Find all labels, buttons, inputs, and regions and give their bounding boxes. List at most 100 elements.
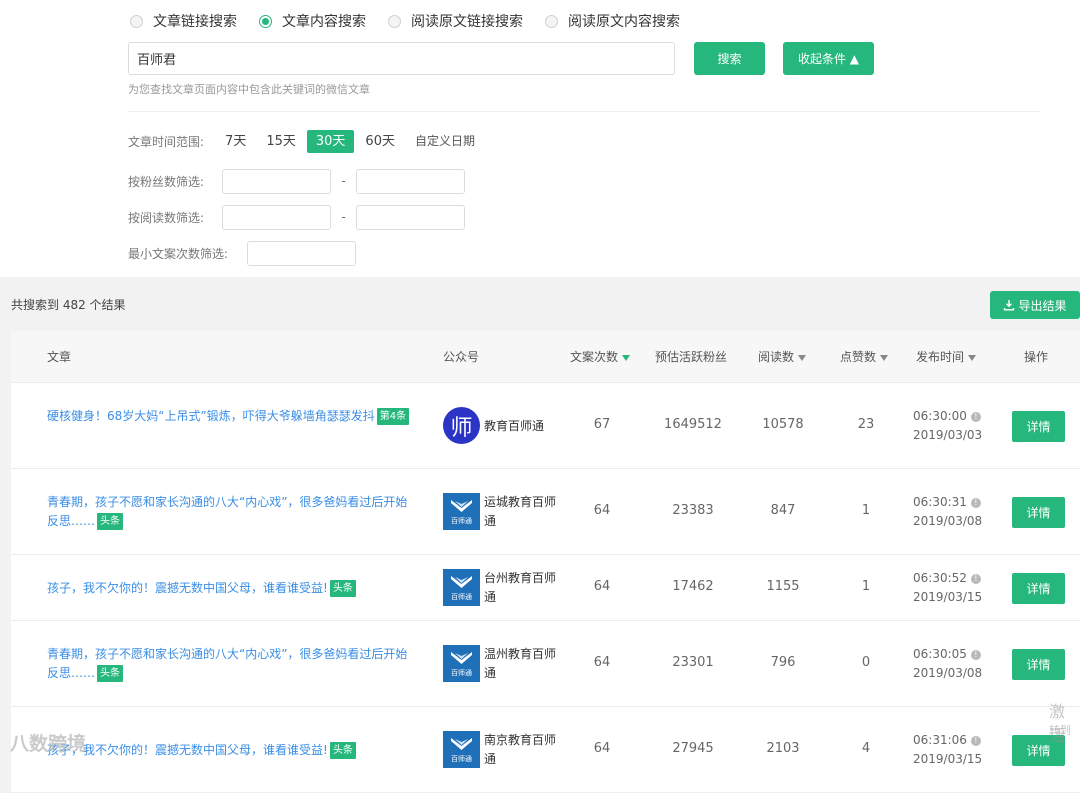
reads-value: 1155 bbox=[766, 579, 800, 594]
info-icon[interactable]: ! bbox=[970, 735, 981, 746]
detail-button[interactable]: 详情 bbox=[1012, 573, 1065, 604]
fans-min-input[interactable] bbox=[222, 168, 331, 194]
time-value: 06:30:31 bbox=[913, 495, 967, 509]
article-title-link[interactable]: 青春期，孩子不愿和家长沟通的八大“内心戏”，很多爸妈看过后开始反思…… 头条 bbox=[47, 645, 412, 683]
reads-value: 2103 bbox=[766, 741, 800, 756]
radio-label: 文章链接搜索 bbox=[153, 14, 237, 30]
likes-value: 0 bbox=[861, 655, 871, 670]
sort-icon bbox=[798, 354, 807, 361]
date-value: 2019/03/08 bbox=[913, 514, 983, 528]
reads-max-input[interactable] bbox=[356, 204, 465, 230]
time-value: 06:30:05 bbox=[913, 647, 967, 661]
account-logo: 百师通 bbox=[443, 569, 480, 606]
date-value: 2019/03/08 bbox=[913, 666, 983, 680]
header-copies[interactable]: 文案次数 bbox=[570, 331, 631, 383]
time-option-custom[interactable]: 自定义日期 bbox=[406, 130, 484, 153]
time-option-60d[interactable]: 60天 bbox=[356, 130, 404, 153]
table-row: 青春期，孩子不愿和家长沟通的八大“内心戏”，很多爸妈看过后开始反思…… 头条 百师… bbox=[11, 469, 1080, 555]
reads-value: 10578 bbox=[762, 417, 804, 432]
header-ops: 操作 bbox=[1024, 350, 1049, 364]
detail-button[interactable]: 详情 bbox=[1012, 497, 1065, 528]
time-option-7d[interactable]: 7天 bbox=[216, 130, 255, 153]
search-button[interactable]: 搜索 bbox=[694, 42, 765, 75]
publish-time: 06:30:52! 2019/03/15 bbox=[913, 569, 982, 607]
logo-text: 百师通 bbox=[451, 669, 472, 677]
account-logo: 师 bbox=[443, 407, 480, 444]
min-copies-filter: 最小文案次数筛选: bbox=[128, 240, 356, 266]
radio-label: 阅读原文内容搜索 bbox=[568, 14, 680, 30]
copies-value: 64 bbox=[593, 655, 611, 670]
logo-text: 百师通 bbox=[451, 593, 472, 601]
header-time[interactable]: 发布时间 bbox=[916, 331, 977, 383]
info-icon[interactable]: ! bbox=[970, 497, 981, 508]
reads-min-input[interactable] bbox=[222, 204, 331, 230]
fans-value: 27945 bbox=[672, 741, 714, 756]
position-badge: 头条 bbox=[97, 513, 124, 530]
reads-value: 847 bbox=[770, 503, 796, 518]
radio-dot-icon bbox=[388, 14, 401, 28]
info-icon[interactable]: ! bbox=[970, 573, 981, 584]
date-value: 2019/03/15 bbox=[913, 752, 983, 766]
time-range-label: 文章时间范围: bbox=[128, 135, 205, 149]
time-option-30d[interactable]: 30天 bbox=[306, 130, 355, 153]
header-time-label: 发布时间 bbox=[916, 350, 965, 364]
radio-dot-icon bbox=[545, 14, 558, 28]
logo-text: 百师通 bbox=[451, 755, 472, 763]
watermark: 八数跨境 bbox=[10, 733, 87, 755]
info-icon[interactable]: ! bbox=[970, 411, 981, 422]
copies-value: 64 bbox=[593, 741, 611, 756]
publish-time: 06:31:06! 2019/03/15 bbox=[913, 731, 982, 769]
radio-original-link[interactable]: 阅读原文链接搜索 bbox=[388, 11, 523, 31]
header-article: 文章 bbox=[47, 350, 72, 364]
article-title-link[interactable]: 孩子，我不欠你的！震撼无数中国父母，谁看谁受益! 头条 bbox=[47, 579, 412, 598]
header-reads[interactable]: 阅读数 bbox=[758, 331, 807, 383]
article-title-link[interactable]: 青春期，孩子不愿和家长沟通的八大“内心戏”，很多爸妈看过后开始反思…… 头条 bbox=[47, 493, 412, 531]
header-likes[interactable]: 点赞数 bbox=[840, 331, 889, 383]
radio-label: 文章内容搜索 bbox=[282, 14, 366, 30]
account-name[interactable]: 温州教育百师通 bbox=[484, 645, 556, 683]
sort-icon bbox=[880, 354, 889, 361]
copies-value: 64 bbox=[593, 503, 611, 518]
publish-time: 06:30:00! 2019/03/03 bbox=[913, 407, 982, 445]
article-title-link[interactable]: 孩子，我不欠你的！震撼无数中国父母，谁看谁受益! 头条 bbox=[47, 741, 412, 760]
header-likes-label: 点赞数 bbox=[840, 350, 877, 364]
search-input[interactable] bbox=[128, 42, 675, 75]
fans-value: 17462 bbox=[672, 579, 714, 594]
article-title-link[interactable]: 硬核健身！68岁大妈“上吊式”锻炼，吓得大爷躲墙角瑟瑟发抖 第4条 bbox=[47, 407, 412, 426]
position-badge: 第4条 bbox=[376, 408, 410, 425]
table-row: 青春期，孩子不愿和家长沟通的八大“内心戏”，很多爸妈看过后开始反思…… 头条 百师… bbox=[11, 621, 1080, 707]
time-range-filter: 文章时间范围: 7天 15天 30天 60天 自定义日期 bbox=[128, 130, 484, 153]
time-value: 06:31:06 bbox=[913, 733, 967, 747]
table-row: 硬核健身！68岁大妈“上吊式”锻炼，吓得大爷躲墙角瑟瑟发抖 第4条 师 教育百师通… bbox=[11, 383, 1080, 469]
min-copies-input[interactable] bbox=[247, 240, 356, 266]
detail-button[interactable]: 详情 bbox=[1012, 649, 1065, 680]
search-mode-group: 文章链接搜索 文章内容搜索 阅读原文链接搜索 阅读原文内容搜索 bbox=[130, 10, 702, 32]
time-value: 06:30:00 bbox=[913, 409, 967, 423]
article-title: 孩子，我不欠你的！震撼无数中国父母，谁看谁受益! bbox=[47, 581, 328, 595]
reads-value: 796 bbox=[770, 655, 796, 670]
account-name[interactable]: 台州教育百师通 bbox=[484, 569, 556, 607]
collapse-conditions-button[interactable]: 收起条件 ▲ bbox=[783, 42, 874, 75]
account-name[interactable]: 运城教育百师通 bbox=[484, 493, 556, 531]
account-name[interactable]: 南京教育百师通 bbox=[484, 731, 556, 769]
radio-article-link[interactable]: 文章链接搜索 bbox=[130, 11, 237, 31]
logo-text: 百师通 bbox=[451, 517, 472, 525]
fans-max-input[interactable] bbox=[356, 168, 465, 194]
radio-label: 阅读原文链接搜索 bbox=[411, 14, 523, 30]
divider bbox=[128, 111, 1040, 112]
time-option-15d[interactable]: 15天 bbox=[257, 130, 305, 153]
article-title: 孩子，我不欠你的！震撼无数中国父母，谁看谁受益! bbox=[47, 743, 328, 757]
header-fans: 预估活跃粉丝 bbox=[655, 350, 728, 364]
radio-article-content[interactable]: 文章内容搜索 bbox=[259, 11, 366, 31]
info-icon[interactable]: ! bbox=[970, 649, 981, 660]
export-label: 导出结果 bbox=[1018, 298, 1067, 313]
book-wing-icon bbox=[451, 576, 472, 588]
search-hint: 为您查找文章页面内容中包含此关键词的微信文章 bbox=[128, 83, 370, 96]
position-badge: 头条 bbox=[329, 580, 356, 597]
detail-button[interactable]: 详情 bbox=[1012, 411, 1065, 442]
result-count: 共搜索到 482 个结果 bbox=[11, 298, 126, 312]
radio-original-content[interactable]: 阅读原文内容搜索 bbox=[545, 11, 680, 31]
export-results-button[interactable]: 导出结果 bbox=[990, 291, 1080, 319]
fans-filter: 按粉丝数筛选: - bbox=[128, 168, 465, 194]
account-name[interactable]: 教育百师通 bbox=[484, 417, 556, 436]
